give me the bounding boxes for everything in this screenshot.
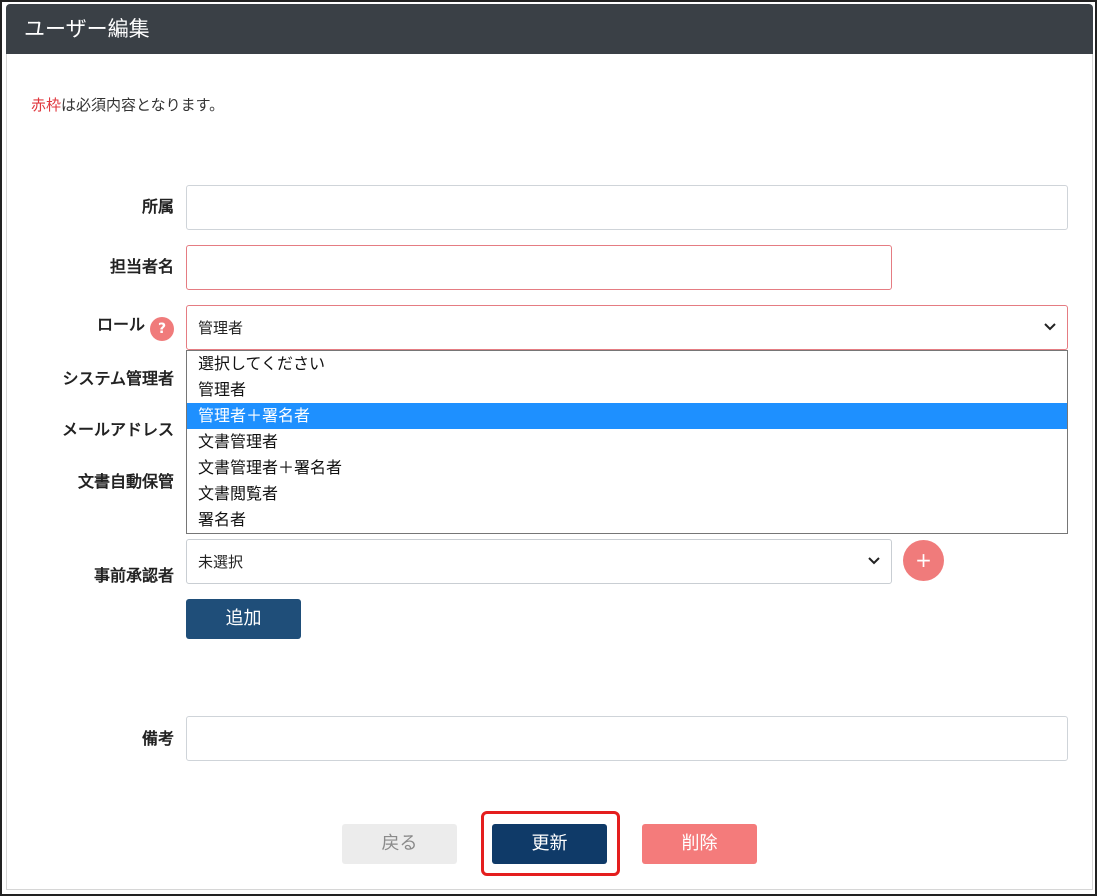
delete-button[interactable]: 削除 (642, 824, 757, 864)
affiliation-label: 所属 (141, 197, 174, 216)
role-option[interactable]: 管理者 (187, 377, 1067, 403)
role-option[interactable]: 文書管理者 (187, 429, 1067, 455)
person-name-label: 担当者名 (109, 257, 174, 276)
add-button[interactable]: 追加 (186, 599, 301, 639)
chevron-down-icon (868, 557, 880, 565)
role-option[interactable]: 選択してください (187, 351, 1067, 377)
back-button[interactable]: 戻る (342, 824, 457, 864)
role-option[interactable]: 文書管理者＋署名者 (187, 455, 1067, 481)
update-button-highlight (481, 811, 620, 876)
role-option[interactable]: 文書閲覧者 (187, 481, 1067, 507)
approver-selected-value: 未選択 (198, 553, 244, 571)
plus-circle-icon[interactable]: + (903, 540, 944, 581)
role-selected-value: 管理者 (198, 319, 244, 337)
role-label-group: ロール? (14, 315, 174, 341)
role-option-highlighted[interactable]: 管理者＋署名者 (187, 403, 1067, 429)
remarks-label: 備考 (141, 729, 174, 748)
approver-select[interactable]: 未選択 (186, 539, 892, 584)
role-option[interactable]: 署名者 (187, 507, 1067, 533)
person-name-input[interactable] (186, 245, 892, 290)
page-header: ユーザー編集 (6, 4, 1093, 54)
auto-save-label: 文書自動保管 (77, 472, 174, 491)
page-title: ユーザー編集 (24, 17, 150, 41)
affiliation-input[interactable] (186, 185, 1068, 230)
role-label: ロール (96, 315, 145, 334)
remarks-input[interactable] (186, 716, 1068, 761)
role-dropdown-list[interactable]: 選択してください 管理者 管理者＋署名者 文書管理者 文書管理者＋署名者 文書閲… (186, 350, 1068, 534)
required-notice: 赤枠は必須内容となります。 (31, 95, 224, 115)
required-notice-text: は必須内容となります。 (61, 96, 225, 114)
email-label: メールアドレス (61, 420, 174, 439)
required-marker-text: 赤枠 (31, 96, 62, 114)
system-admin-label: システム管理者 (62, 369, 174, 388)
question-circle-icon[interactable]: ? (150, 317, 174, 341)
chevron-down-icon (1044, 323, 1056, 331)
approver-label: 事前承認者 (93, 566, 174, 585)
role-select[interactable]: 管理者 (186, 305, 1068, 350)
